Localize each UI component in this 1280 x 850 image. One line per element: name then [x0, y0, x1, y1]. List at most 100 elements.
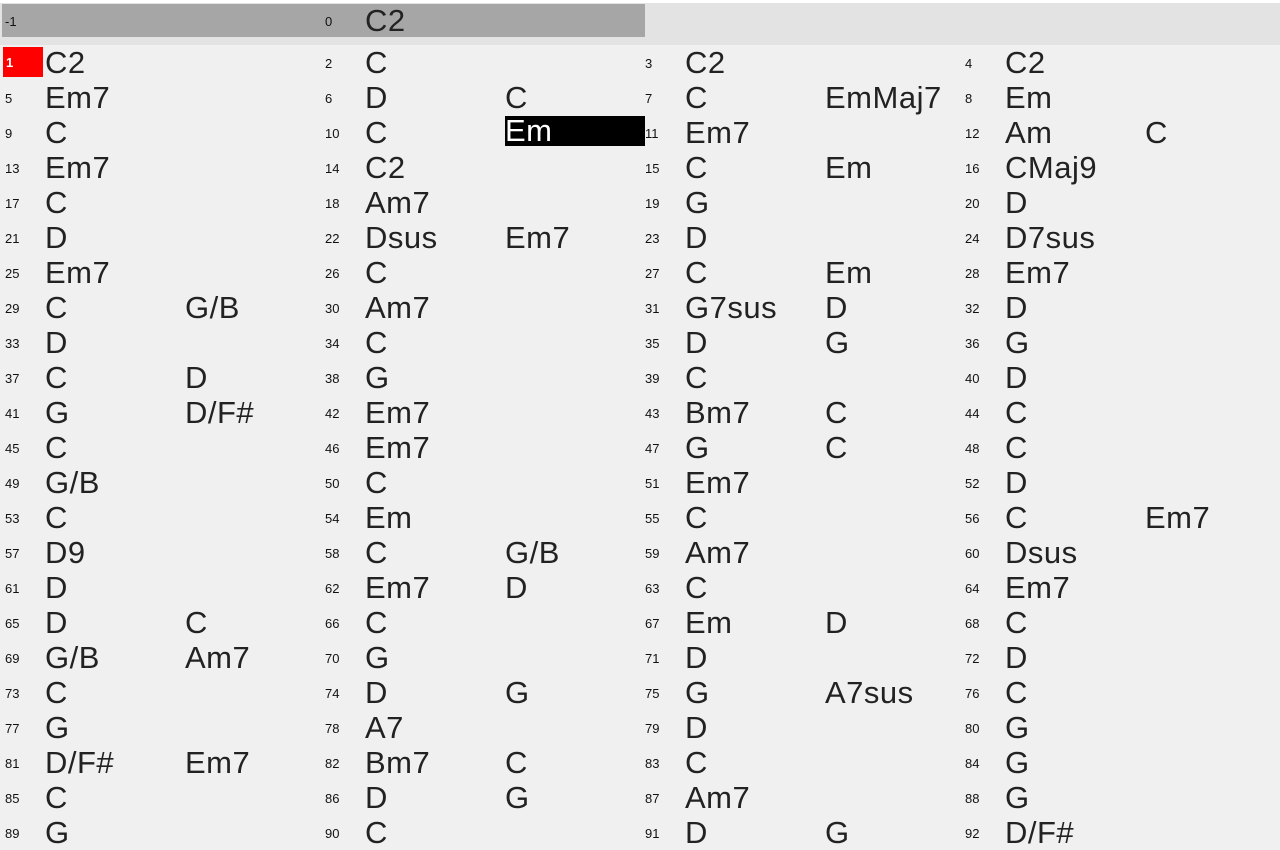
chord[interactable]: CMaj9 [1005, 150, 1097, 185]
chord[interactable]: C [1005, 500, 1028, 535]
bar-cell[interactable]: 22 Dsus Em7 [320, 220, 640, 255]
chord[interactable]: D [685, 640, 708, 675]
chord[interactable]: Em7 [45, 80, 110, 115]
chord[interactable]: Bm7 [365, 745, 430, 780]
chord[interactable]: Em7 [365, 395, 430, 430]
bar-cell[interactable]: 47 G C [640, 430, 960, 465]
chord[interactable]: C [45, 780, 68, 815]
chord[interactable]: G/B [45, 465, 100, 500]
chord[interactable]: D [45, 570, 68, 605]
chord[interactable]: D [825, 605, 848, 640]
bar-cell[interactable]: 40 D [960, 360, 1280, 395]
bar-cell[interactable]: 1 C2 [0, 45, 320, 80]
chord[interactable]: C [825, 430, 848, 465]
bar-cell[interactable]: 32 D [960, 290, 1280, 325]
bar-cell[interactable]: 31 G7sus D [640, 290, 960, 325]
chord[interactable]: G [45, 815, 70, 850]
bar-cell[interactable]: 48 C [960, 430, 1280, 465]
bar-cell[interactable]: 0 C2 [320, 3, 640, 38]
bar-cell[interactable]: 84 G [960, 745, 1280, 780]
bar-cell[interactable]: 6 D C [320, 80, 640, 115]
bar-cell[interactable]: 89 G [0, 815, 320, 850]
bar-cell[interactable]: 33 D [0, 325, 320, 360]
chord[interactable]: C [365, 255, 388, 290]
bar-cell[interactable]: 65 D C [0, 605, 320, 640]
bar-cell[interactable]: 28 Em7 [960, 255, 1280, 290]
chord[interactable]: C [45, 185, 68, 220]
bar-cell[interactable]: 42 Em7 [320, 395, 640, 430]
chord[interactable]: C [45, 430, 68, 465]
bar-cell[interactable]: 78 A7 [320, 710, 640, 745]
chord[interactable]: D [1005, 290, 1028, 325]
chord[interactable]: C [1005, 430, 1028, 465]
chord[interactable]: Dsus [365, 220, 438, 255]
chord[interactable]: G [505, 780, 530, 815]
chord[interactable]: D [365, 780, 388, 815]
bar-cell[interactable]: 85 C [0, 780, 320, 815]
chord[interactable]: D [1005, 465, 1028, 500]
bar-cell[interactable]: 8 Em [960, 80, 1280, 115]
chord[interactable]: A7sus [825, 675, 914, 710]
bar-cell[interactable]: 90 C [320, 815, 640, 850]
bar-cell[interactable]: 20 D [960, 185, 1280, 220]
chord[interactable]: Am [1005, 115, 1053, 150]
chord[interactable]: C [365, 465, 388, 500]
chord[interactable]: D [685, 220, 708, 255]
bar-cell[interactable]: 51 Em7 [640, 465, 960, 500]
bar-cell[interactable]: 87 Am7 [640, 780, 960, 815]
chord[interactable]: EmMaj7 [825, 80, 942, 115]
chord[interactable]: C [45, 500, 68, 535]
chord[interactable]: C [365, 815, 388, 850]
chord[interactable]: Am7 [365, 290, 430, 325]
bar-cell[interactable]: 83 C [640, 745, 960, 780]
chord[interactable]: Em [685, 605, 733, 640]
chord[interactable]: D [45, 220, 68, 255]
chord[interactable]: C2 [365, 3, 406, 38]
chord[interactable]: G [685, 675, 710, 710]
bar-cell[interactable]: 61 D [0, 570, 320, 605]
bar-cell[interactable]: 64 Em7 [960, 570, 1280, 605]
chord[interactable]: G/B [505, 535, 560, 570]
bar-cell[interactable]: 86 D G [320, 780, 640, 815]
chord[interactable]: C [685, 500, 708, 535]
bar-cell[interactable]: 17 C [0, 185, 320, 220]
bar-cell[interactable]: 60 Dsus [960, 535, 1280, 570]
chord[interactable]: C [685, 745, 708, 780]
bar-cell[interactable]: 57 D9 [0, 535, 320, 570]
chord[interactable]: Em7 [45, 255, 110, 290]
bar-cell[interactable]: 88 G [960, 780, 1280, 815]
bar-cell[interactable]: 50 C [320, 465, 640, 500]
chord[interactable]: Am7 [685, 535, 750, 570]
bar-cell[interactable]: 14 C2 [320, 150, 640, 185]
chord[interactable]: D7sus [1005, 220, 1095, 255]
bar-cell[interactable]: 15 C Em [640, 150, 960, 185]
bar-cell[interactable]: 39 C [640, 360, 960, 395]
bar-cell[interactable]: 36 G [960, 325, 1280, 360]
chord[interactable]: G [45, 395, 70, 430]
bar-cell[interactable]: 49 G/B [0, 465, 320, 500]
chord[interactable]: Am7 [185, 640, 250, 675]
bar-cell[interactable]: 59 Am7 [640, 535, 960, 570]
bar-cell[interactable]: 92 D/F# [960, 815, 1280, 850]
chord[interactable]: Bm7 [685, 395, 750, 430]
bar-cell[interactable]: 53 C [0, 500, 320, 535]
chord[interactable]: D [1005, 640, 1028, 675]
bar-cell[interactable]: 71 D [640, 640, 960, 675]
chord[interactable]: G [685, 430, 710, 465]
chord[interactable]: D [685, 710, 708, 745]
chord[interactable]: G [1005, 745, 1030, 780]
bar-cell[interactable]: 55 C [640, 500, 960, 535]
chord[interactable]: C [365, 115, 388, 150]
chord[interactable]: Em7 [185, 745, 250, 780]
chord[interactable]: G [1005, 710, 1030, 745]
chord[interactable]: C2 [45, 45, 86, 80]
chord[interactable]: G/B [45, 640, 100, 675]
chord[interactable]: D9 [45, 535, 86, 570]
chord[interactable]: D [1005, 360, 1028, 395]
bar-cell[interactable]: 68 C [960, 605, 1280, 640]
bar-cell[interactable]: 27 C Em [640, 255, 960, 290]
chord[interactable]: Em7 [1145, 500, 1210, 535]
chord[interactable]: D/F# [1005, 815, 1074, 850]
bar-cell[interactable]: 24 D7sus [960, 220, 1280, 255]
chord[interactable]: D [45, 325, 68, 360]
